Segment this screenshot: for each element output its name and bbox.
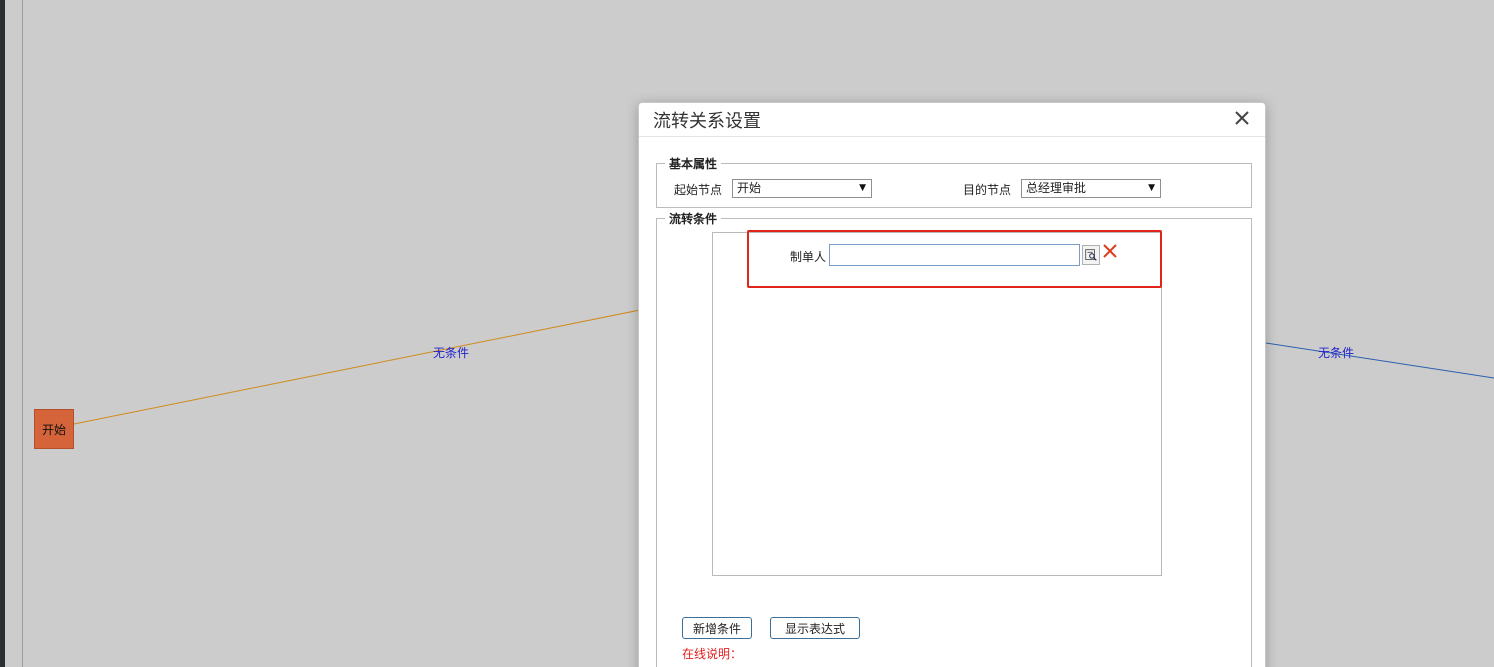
edge-label-right[interactable]: 无条件 xyxy=(1318,344,1354,361)
target-node-select[interactable]: 总经理审批 ▼ xyxy=(1021,179,1161,198)
edge-start-to-next[interactable] xyxy=(73,309,641,425)
flow-conditions-legend: 流转条件 xyxy=(669,212,718,226)
workflow-canvas: 开始 无条件 无条件 流转关系设置 基本属性 起始节点 开始 ▼ 目的节点 总经… xyxy=(0,0,1494,667)
target-node-select-value: 总经理审批 xyxy=(1026,181,1087,195)
start-node[interactable]: 开始 xyxy=(34,409,74,449)
target-node-field-label: 目的节点 xyxy=(963,183,1012,197)
basic-attributes-legend: 基本属性 xyxy=(669,157,718,171)
chevron-down-icon: ▼ xyxy=(1148,183,1155,193)
edge-right[interactable] xyxy=(1265,342,1494,379)
flow-relation-dialog: 流转关系设置 基本属性 起始节点 开始 ▼ 目的节点 总经理审批 ▼ 流转条件 … xyxy=(638,102,1266,667)
dialog-title: 流转关系设置 xyxy=(653,111,761,132)
start-node-field-label: 起始节点 xyxy=(674,183,723,197)
close-icon[interactable] xyxy=(1233,109,1251,127)
highlight-annotation-box xyxy=(747,230,1162,288)
chevron-down-icon: ▼ xyxy=(859,183,866,193)
start-node-select[interactable]: 开始 ▼ xyxy=(732,179,872,198)
add-condition-button[interactable]: 新增条件 xyxy=(682,617,752,639)
online-help-title: 在线说明： xyxy=(682,647,743,661)
show-expression-button[interactable]: 显示表达式 xyxy=(770,617,860,639)
start-node-select-value: 开始 xyxy=(737,181,762,195)
start-node-label: 开始 xyxy=(41,422,66,437)
dialog-header: 流转关系设置 xyxy=(639,103,1265,137)
edge-label-left[interactable]: 无条件 xyxy=(433,344,469,361)
